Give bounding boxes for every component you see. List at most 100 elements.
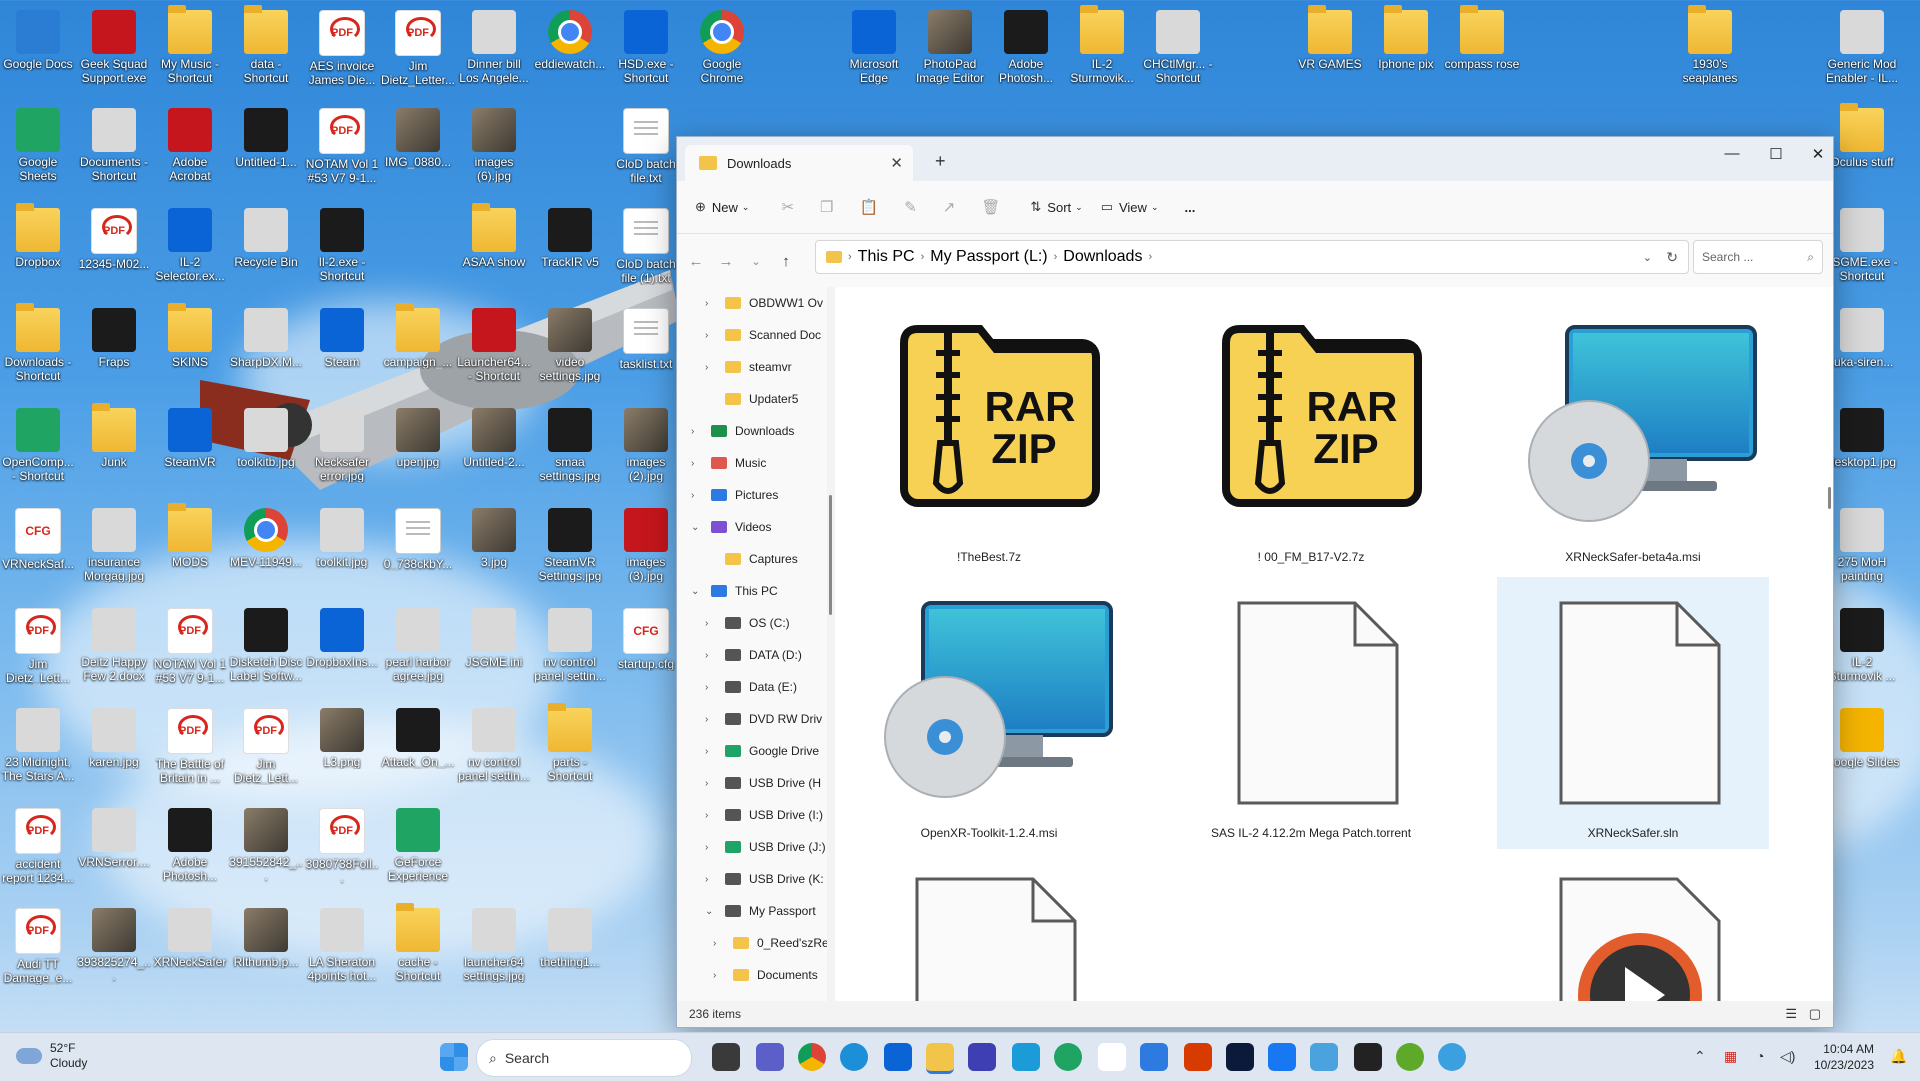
nav-item[interactable]: Captures xyxy=(677,543,827,575)
photoshop-icon[interactable] xyxy=(1226,1043,1254,1071)
start-button[interactable] xyxy=(440,1043,468,1071)
desktop-icon[interactable]: PDF accident report 1234... xyxy=(0,808,76,885)
desktop-icon[interactable]: data - Shortcut xyxy=(228,5,304,85)
desktop-icon[interactable]: Recycle Bin xyxy=(228,208,304,269)
search-box[interactable]: Search ... ⌕ xyxy=(1693,240,1823,274)
app-icon[interactable] xyxy=(1310,1043,1338,1071)
desktop-icon[interactable]: 3.jpg xyxy=(456,508,532,569)
desktop-icon[interactable]: karen.jpg xyxy=(76,708,152,769)
desktop-icon[interactable]: toolkitb.jpg xyxy=(228,408,304,469)
chevron-right-icon[interactable]: › xyxy=(705,810,708,821)
nav-item[interactable]: › DATA (D:) xyxy=(677,639,827,671)
store-icon[interactable] xyxy=(1140,1043,1168,1071)
desktop-icon[interactable]: PDF 3080738Foll... xyxy=(304,808,380,885)
file-tile[interactable]: RAR ZIP ! 00_FM_B17-V2.7z xyxy=(1175,301,1447,573)
chevron-right-icon[interactable]: › xyxy=(705,330,708,341)
desktop-icon[interactable]: SharpDX.M... xyxy=(228,308,304,369)
nav-item[interactable]: › 0_Reed'szRe xyxy=(677,927,827,959)
chevron-down-icon[interactable]: ⌄ xyxy=(705,906,713,917)
desktop-icon[interactable]: 391552842_... xyxy=(228,808,304,883)
desktop-icon[interactable]: My Music - Shortcut xyxy=(152,5,228,85)
close-window-button[interactable]: ✕ xyxy=(1803,145,1833,163)
desktop-icon[interactable]: video settings.jpg xyxy=(532,308,608,383)
desktop-icon[interactable]: SteamVR Settings.jpg xyxy=(532,508,608,583)
desktop-icon[interactable]: VRNSerror.... xyxy=(76,808,152,869)
file-explorer-taskbar-icon[interactable] xyxy=(926,1043,954,1074)
desktop-icon[interactable]: campaign_... xyxy=(380,303,456,369)
copy-icon[interactable]: ❐ xyxy=(820,198,833,216)
desktop-icon[interactable]: JSGME.exe - Shortcut xyxy=(1824,208,1900,283)
chevron-right-icon[interactable]: › xyxy=(713,938,716,949)
nav-item[interactable]: › OBDWW1 Ov xyxy=(677,287,827,319)
desktop-icon[interactable]: PDF NOTAM Vol 1 #53 V7 9-1... xyxy=(152,608,228,685)
desktop-icon[interactable]: 275 MoH painting xyxy=(1824,508,1900,583)
nav-item[interactable]: › DVD RW Driv xyxy=(677,703,827,735)
nav-item[interactable]: › Documents xyxy=(677,959,827,991)
nav-item[interactable]: › Data (E:) xyxy=(677,671,827,703)
desktop-icon[interactable]: Untitled-2... xyxy=(456,408,532,469)
desktop-icon[interactable]: 23 Midnight, The Stars A... xyxy=(0,708,76,783)
desktop-icon[interactable]: SKINS xyxy=(152,303,228,369)
geek-squad-icon[interactable] xyxy=(1354,1043,1382,1071)
desktop-icon[interactable]: GeForce Experience xyxy=(380,808,456,883)
desktop-icon[interactable]: Documents - Shortcut xyxy=(76,108,152,183)
taskbar-search[interactable]: ⌕ Search xyxy=(476,1039,692,1077)
edge-icon[interactable] xyxy=(840,1043,868,1071)
chevron-right-icon[interactable]: › xyxy=(705,874,708,885)
desktop-icon[interactable]: Fraps xyxy=(76,308,152,369)
amazon-icon[interactable] xyxy=(1098,1043,1126,1071)
nav-item[interactable]: › Scanned Doc xyxy=(677,319,827,351)
chevron-right-icon[interactable]: › xyxy=(705,298,708,309)
desktop-icon[interactable]: HSD.exe - Shortcut xyxy=(608,10,684,85)
desktop-icon[interactable]: MODS xyxy=(152,503,228,569)
nav-item[interactable]: › Google Drive xyxy=(677,735,827,767)
app-icon[interactable] xyxy=(1396,1043,1424,1071)
desktop-icon[interactable]: CFG startup.cfg xyxy=(608,608,684,671)
desktop-icon[interactable]: parts - Shortcut xyxy=(532,703,608,783)
desktop-icon[interactable]: Downloads - Shortcut xyxy=(0,303,76,383)
nav-item[interactable]: › USB Drive (J:) xyxy=(677,831,827,863)
desktop-icon[interactable]: PDF 12345-M02... xyxy=(76,208,152,271)
system-clock[interactable]: 10:04 AM 10/23/2023 xyxy=(1814,1041,1874,1073)
cut-icon[interactable]: ✂ xyxy=(781,198,794,216)
nav-item[interactable]: › Music xyxy=(677,447,827,479)
address-history-chevron-icon[interactable]: ⌄ xyxy=(1643,251,1652,264)
task-view-icon[interactable] xyxy=(712,1043,740,1071)
sort-button[interactable]: ⇅ Sort ⌄ xyxy=(1030,199,1082,215)
calendar-tray-icon[interactable]: ▦ xyxy=(1724,1048,1737,1065)
desktop-icon[interactable]: toolkit.jpg xyxy=(304,508,380,569)
desktop-icon[interactable]: 393825274_... xyxy=(76,908,152,983)
desktop-icon[interactable]: OpenComp... - Shortcut xyxy=(0,408,76,483)
chevron-right-icon[interactable]: › xyxy=(705,714,708,725)
desktop-icon[interactable]: images (2).jpg xyxy=(608,408,684,483)
back-arrow-icon[interactable]: ← xyxy=(681,253,711,270)
desktop-icon[interactable]: CloD batch file (1).txt xyxy=(608,208,684,285)
chrome-icon[interactable] xyxy=(798,1043,826,1071)
share-icon[interactable]: ↗ xyxy=(943,198,956,216)
navigation-pane[interactable]: › OBDWW1 Ov › Scanned Doc › steamvr Updater5 › D… xyxy=(677,287,827,1001)
file-tile[interactable] xyxy=(1497,853,1769,1001)
file-tile[interactable]: XRNeckSafer.sln xyxy=(1497,577,1769,849)
nav-item[interactable]: ⌄ This PC xyxy=(677,575,827,607)
file-tile[interactable]: XRNeckSafer-beta4a.msi xyxy=(1497,301,1769,573)
chevron-right-icon[interactable]: › xyxy=(713,970,716,981)
nav-item[interactable]: › USB Drive (H xyxy=(677,767,827,799)
desktop-icon[interactable]: Necksafer error.jpg xyxy=(304,408,380,483)
refresh-icon[interactable]: ↻ xyxy=(1666,249,1678,266)
close-tab-icon[interactable]: ✕ xyxy=(890,154,903,172)
notification-bell-icon[interactable]: 🔔 xyxy=(1890,1048,1907,1065)
details-view-icon[interactable]: ☰ xyxy=(1785,1006,1797,1022)
desktop-icon[interactable]: desktop1.jpg xyxy=(1824,408,1900,469)
chevron-up-icon[interactable]: ⌃ xyxy=(1694,1048,1706,1065)
desktop-icon[interactable]: Junk xyxy=(76,403,152,469)
desktop-icon[interactable]: SteamVR xyxy=(152,408,228,469)
desktop-icon[interactable]: PhotoPad Image Editor xyxy=(912,10,988,85)
rename-icon[interactable]: ✎ xyxy=(904,198,917,216)
desktop-icon[interactable]: Google Chrome xyxy=(684,10,760,85)
desktop-icon[interactable]: Disketch Disc Label Softw... xyxy=(228,608,304,683)
desktop-icon[interactable]: PDF Audi TT Damage_e... xyxy=(0,908,76,985)
desktop-icon[interactable]: IL-2 Selector.ex... xyxy=(152,208,228,283)
maximize-button[interactable]: ☐ xyxy=(1761,145,1791,163)
desktop-icon[interactable]: compass rose xyxy=(1444,5,1520,71)
desktop-icon[interactable]: Iphone pix xyxy=(1368,5,1444,71)
